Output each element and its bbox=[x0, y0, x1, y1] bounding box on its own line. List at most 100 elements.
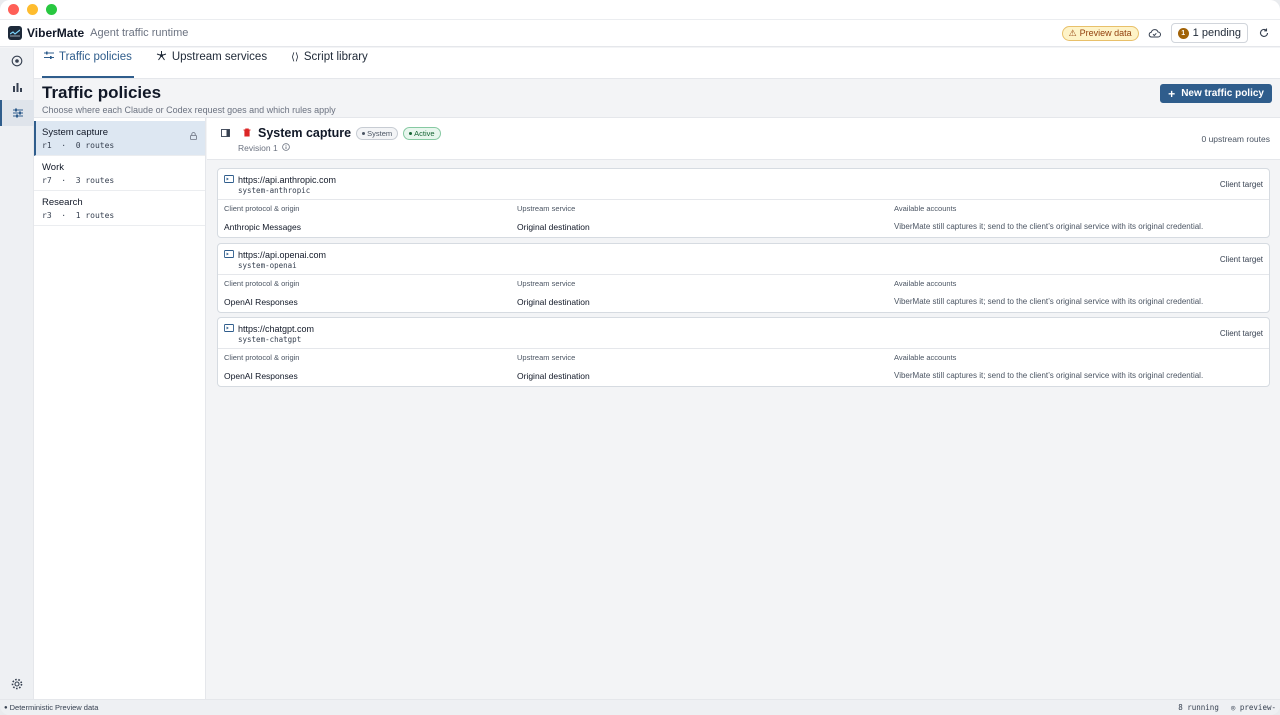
column-header-upstream: Upstream service bbox=[517, 353, 576, 362]
column-header-upstream: Upstream service bbox=[517, 204, 576, 213]
lock-icon bbox=[190, 129, 197, 143]
code-braces-icon: ⟨⟩ bbox=[291, 51, 299, 63]
pending-count-badge: 1 bbox=[1177, 27, 1189, 39]
protocol-value: Anthropic Messages bbox=[224, 222, 302, 232]
tab-upstream-services[interactable]: Upstream services bbox=[154, 47, 269, 78]
app-window: ViberMate Agent traffic runtime ⚠ Previe… bbox=[0, 0, 1280, 715]
preview-env-label: preview- bbox=[1239, 703, 1276, 712]
preview-env[interactable]: ◎ preview- bbox=[1231, 703, 1276, 712]
page-title: Traffic policies bbox=[42, 83, 162, 102]
app-logo-icon bbox=[8, 26, 22, 40]
column-header-accounts: Available accounts bbox=[894, 204, 957, 213]
tab-traffic-policies[interactable]: Traffic policies bbox=[42, 47, 134, 78]
system-tag: System bbox=[356, 126, 399, 140]
tab-bar: Traffic policies Upstream services ⟨⟩ Sc… bbox=[34, 48, 1280, 79]
column-header-protocol: Client protocol & origin bbox=[224, 204, 300, 213]
app-name: ViberMate bbox=[27, 26, 85, 40]
policy-item-research[interactable]: Research r3 · 1 routes bbox=[34, 191, 205, 226]
cloud-sync-icon[interactable] bbox=[1147, 25, 1163, 41]
tab-label: Traffic policies bbox=[59, 51, 132, 63]
policy-item-system-capture[interactable]: System capture r1 · 0 routes bbox=[34, 121, 205, 156]
new-button-label: New traffic policy bbox=[1181, 88, 1264, 99]
client-target-label: Client target bbox=[1219, 180, 1263, 189]
info-icon[interactable] bbox=[281, 143, 290, 153]
route-card: https://chatgpt.com system-chatgpt Clien… bbox=[217, 317, 1270, 387]
active-tag: Active bbox=[403, 126, 441, 140]
route-card: https://api.anthropic.com system-anthrop… bbox=[217, 168, 1270, 238]
status-bar: ● Deterministic Preview data 8 running ◎… bbox=[0, 699, 1280, 715]
policy-item-work[interactable]: Work r7 · 3 routes bbox=[34, 156, 205, 191]
accounts-value: ViberMate still captures it; send to the… bbox=[894, 297, 1204, 306]
policy-name: Research bbox=[42, 197, 83, 208]
accounts-value: ViberMate still captures it; send to the… bbox=[894, 222, 1204, 231]
protocol-value: OpenAI Responses bbox=[224, 297, 298, 307]
policy-detail: System capture System Active Revision 1 … bbox=[207, 118, 1280, 699]
card-id: system-chatgpt bbox=[238, 335, 302, 344]
card-url: https://api.anthropic.com bbox=[238, 175, 337, 185]
active-tag-label: Active bbox=[414, 128, 435, 138]
detail-header: System capture System Active Revision 1 … bbox=[207, 118, 1280, 160]
policy-name: System capture bbox=[42, 127, 108, 138]
page-header: Traffic policies Choose where each Claud… bbox=[34, 79, 1280, 118]
status-dot-icon: ● bbox=[4, 704, 8, 711]
nodes-icon bbox=[156, 50, 167, 64]
terminal-icon bbox=[224, 175, 234, 185]
terminal-icon bbox=[224, 324, 234, 334]
column-header-accounts: Available accounts bbox=[894, 353, 957, 362]
policy-meta: r7 · 3 routes bbox=[42, 176, 115, 185]
upstream-route-count: 0 upstream routes bbox=[1201, 134, 1270, 144]
app-header: ViberMate Agent traffic runtime ⚠ Previe… bbox=[0, 20, 1280, 47]
title-bar bbox=[0, 0, 1280, 20]
status-left-text: Deterministic Preview data bbox=[9, 703, 99, 712]
column-header-protocol: Client protocol & origin bbox=[224, 353, 300, 362]
card-id: system-anthropic bbox=[238, 186, 311, 195]
rail-analytics-icon[interactable] bbox=[0, 74, 34, 100]
upstream-value: Original destination bbox=[517, 371, 590, 381]
minimize-window-button[interactable] bbox=[27, 4, 38, 15]
plus-icon: + bbox=[1168, 86, 1176, 101]
card-id: system-openai bbox=[238, 261, 297, 270]
preview-badge-label: Preview data bbox=[1079, 28, 1132, 38]
column-header-protocol: Client protocol & origin bbox=[224, 279, 300, 288]
accounts-value: ViberMate still captures it; send to the… bbox=[894, 371, 1204, 380]
column-header-upstream: Upstream service bbox=[517, 279, 576, 288]
preview-data-badge: ⚠ Preview data bbox=[1061, 25, 1139, 41]
trash-icon[interactable] bbox=[243, 126, 251, 140]
sliders-icon bbox=[44, 51, 54, 63]
upstream-value: Original destination bbox=[517, 297, 590, 307]
revision-label: Revision 1 bbox=[238, 143, 278, 153]
system-tag-label: System bbox=[367, 128, 393, 138]
maximize-window-button[interactable] bbox=[46, 4, 57, 15]
policy-list: System capture r1 · 0 routes Work r7 · 3… bbox=[34, 118, 206, 699]
route-card: https://api.openai.com system-openai Cli… bbox=[217, 243, 1270, 313]
collapse-panel-icon[interactable] bbox=[221, 126, 230, 140]
detail-title: System capture bbox=[258, 126, 352, 140]
client-target-label: Client target bbox=[1219, 329, 1263, 338]
protocol-value: OpenAI Responses bbox=[224, 371, 298, 381]
new-traffic-policy-button[interactable]: + New traffic policy bbox=[1160, 84, 1272, 103]
settings-gear-icon[interactable] bbox=[11, 678, 23, 693]
warning-icon: ⚠ bbox=[1068, 27, 1077, 38]
pending-button[interactable]: 1 1 pending bbox=[1170, 23, 1248, 43]
client-target-label: Client target bbox=[1219, 255, 1263, 264]
policy-meta: r3 · 1 routes bbox=[42, 211, 115, 220]
page-subtitle: Choose where each Claude or Codex reques… bbox=[42, 105, 336, 115]
pending-label: 1 pending bbox=[1192, 27, 1241, 39]
rail-policies-icon[interactable] bbox=[0, 100, 34, 126]
card-url: https://api.openai.com bbox=[238, 250, 327, 260]
column-header-accounts: Available accounts bbox=[894, 279, 957, 288]
tab-label: Script library bbox=[303, 51, 368, 63]
tab-script-library[interactable]: ⟨⟩ Script library bbox=[289, 47, 370, 78]
card-url: https://chatgpt.com bbox=[238, 324, 315, 334]
rail-overview-icon[interactable] bbox=[0, 48, 34, 74]
tab-label: Upstream services bbox=[171, 51, 268, 63]
policy-meta: r1 · 0 routes bbox=[42, 141, 115, 150]
close-window-button[interactable] bbox=[8, 4, 19, 15]
revision-info: Revision 1 bbox=[238, 143, 1270, 153]
policy-name: Work bbox=[42, 162, 64, 173]
globe-icon: ◎ bbox=[1230, 703, 1236, 712]
app-tagline: Agent traffic runtime bbox=[90, 27, 189, 39]
running-count: 8 running bbox=[1178, 703, 1219, 712]
refresh-icon[interactable] bbox=[1256, 25, 1272, 41]
left-rail bbox=[0, 48, 34, 699]
